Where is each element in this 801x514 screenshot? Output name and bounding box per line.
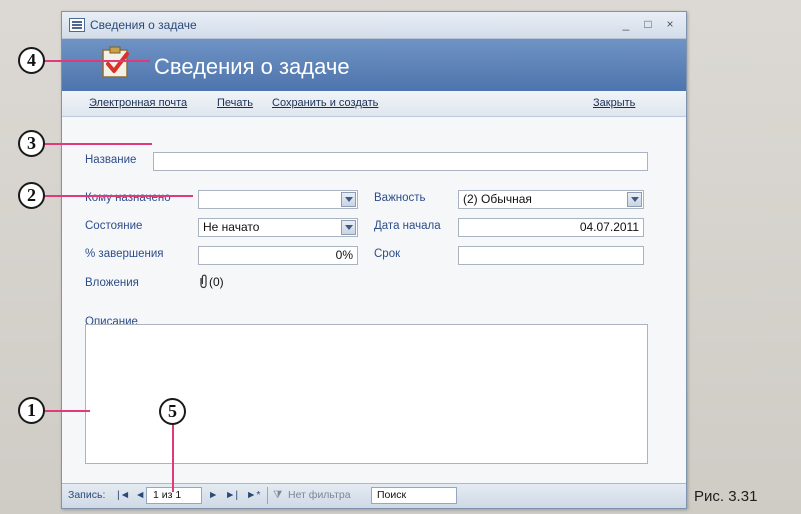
chevron-down-icon[interactable] bbox=[341, 220, 356, 235]
toolbar: Электронная почта Печать Сохранить и соз… bbox=[62, 91, 686, 117]
name-label: Название bbox=[85, 154, 137, 166]
attachments-count: (0) bbox=[209, 275, 224, 289]
form-icon bbox=[69, 18, 85, 32]
status-select[interactable]: Не начато bbox=[198, 218, 358, 237]
priority-label: Важность bbox=[374, 192, 426, 204]
callout-line-3 bbox=[30, 143, 152, 145]
attachments-control[interactable]: (0) bbox=[198, 274, 224, 289]
percent-complete-field[interactable]: 0% bbox=[198, 246, 358, 265]
figure-caption: Рис. 3.31 bbox=[694, 488, 758, 505]
percent-complete-label: % завершения bbox=[85, 248, 164, 260]
status-value: Не начато bbox=[203, 220, 260, 234]
nav-separator bbox=[267, 487, 268, 504]
assigned-to-field[interactable] bbox=[198, 190, 358, 209]
minimize-button[interactable]: _ bbox=[618, 16, 634, 32]
email-link[interactable]: Электронная почта bbox=[89, 97, 187, 109]
record-label: Запись: bbox=[68, 489, 106, 501]
new-record-button[interactable]: ►* bbox=[246, 489, 260, 501]
status-label: Состояние bbox=[85, 220, 143, 232]
start-date-field[interactable]: 04.07.2011 bbox=[458, 218, 644, 237]
description-field[interactable] bbox=[85, 324, 648, 464]
callout-line-2 bbox=[30, 195, 193, 197]
due-date-label: Срок bbox=[374, 248, 401, 260]
callout-3: 3 bbox=[18, 130, 45, 157]
first-record-button[interactable]: |◄ bbox=[117, 489, 130, 501]
record-position-box[interactable]: 1 из 1 bbox=[146, 487, 202, 504]
filter-icon: ⧩ bbox=[273, 489, 283, 501]
due-date-field[interactable] bbox=[458, 246, 644, 265]
search-label: Поиск bbox=[377, 489, 407, 501]
form-header: Сведения о задаче bbox=[62, 39, 686, 91]
record-navigation-bar: Запись: |◄ ◄ 1 из 1 ► ►| ►* ⧩ Нет фильтр… bbox=[62, 483, 686, 508]
record-position: 1 из 1 bbox=[153, 489, 182, 501]
task-checkbox-icon bbox=[102, 46, 129, 78]
chevron-down-icon[interactable] bbox=[627, 192, 642, 207]
paperclip-icon bbox=[200, 274, 207, 289]
callout-line-5 bbox=[172, 418, 174, 492]
assigned-to-label: Кому назначено bbox=[85, 192, 171, 204]
callout-5: 5 bbox=[159, 398, 186, 425]
callout-4: 4 bbox=[18, 47, 45, 74]
close-link[interactable]: Закрыть bbox=[593, 97, 635, 109]
start-date-label: Дата начала bbox=[374, 220, 441, 232]
close-window-button[interactable]: × bbox=[662, 16, 678, 32]
task-details-window: Сведения о задаче _ □ × Сведения о задач… bbox=[61, 11, 687, 509]
name-field[interactable] bbox=[153, 152, 648, 171]
window-title: Сведения о задаче bbox=[90, 18, 197, 32]
callout-1: 1 bbox=[18, 397, 45, 424]
callout-line-4 bbox=[30, 60, 150, 62]
previous-record-button[interactable]: ◄ bbox=[135, 489, 145, 501]
callout-2: 2 bbox=[18, 182, 45, 209]
save-and-create-link[interactable]: Сохранить и создать bbox=[272, 97, 378, 109]
search-box[interactable]: Поиск bbox=[371, 487, 457, 504]
priority-select[interactable]: (2) Обычная bbox=[458, 190, 644, 209]
header-title: Сведения о задаче bbox=[154, 54, 350, 79]
next-record-button[interactable]: ► bbox=[208, 489, 218, 501]
priority-value: (2) Обычная bbox=[463, 192, 532, 206]
no-filter-button[interactable]: Нет фильтра bbox=[288, 489, 351, 501]
attachments-label: Вложения bbox=[85, 277, 139, 289]
maximize-button[interactable]: □ bbox=[640, 16, 656, 32]
title-bar: Сведения о задаче _ □ × bbox=[62, 12, 686, 39]
chevron-down-icon[interactable] bbox=[341, 192, 356, 207]
last-record-button[interactable]: ►| bbox=[225, 489, 238, 501]
print-link[interactable]: Печать bbox=[217, 97, 253, 109]
